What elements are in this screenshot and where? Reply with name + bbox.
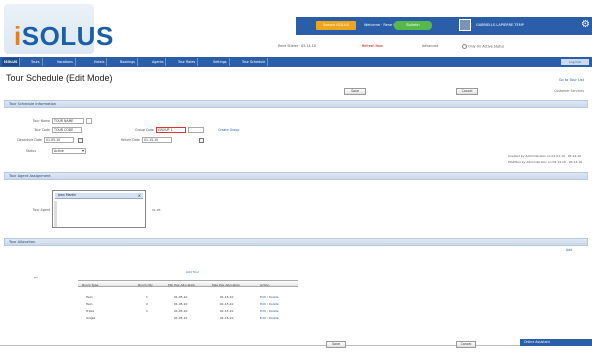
status-label: Status bbox=[25, 149, 36, 153]
agent-count: 01.05 bbox=[152, 208, 161, 212]
cancel-button[interactable]: Cancel bbox=[456, 88, 478, 95]
column-header: Max Pax Allocation bbox=[212, 283, 241, 287]
customer-services-link[interactable]: Customer Services bbox=[554, 89, 584, 93]
session-info: Rene Stieler · 05.14.10 bbox=[278, 44, 316, 48]
advanced-link[interactable]: Advanced bbox=[422, 44, 438, 48]
modified-note: Modified by Administrator on 05.14.10 · … bbox=[508, 160, 583, 164]
search-button[interactable]: Search iSOLUS bbox=[316, 21, 356, 30]
refresh-link[interactable]: Refresh Now bbox=[362, 44, 383, 48]
group-code-label: Group Code bbox=[135, 128, 154, 132]
column-header: Room Qty bbox=[138, 283, 153, 287]
calendar-icon[interactable] bbox=[78, 138, 83, 143]
logout-button[interactable]: Log Out bbox=[561, 59, 589, 65]
table-header: Room Type Room Qty Min Pax Allocation Ma… bbox=[78, 280, 298, 287]
gear-icon[interactable]: ⚙ bbox=[581, 20, 590, 30]
column-header: Min Pax Allocation bbox=[168, 283, 196, 287]
column-header: Room Type bbox=[82, 283, 99, 287]
edit-delete-link[interactable]: Edit / Delete bbox=[260, 295, 279, 299]
edit-delete-link[interactable]: Edit / Delete bbox=[260, 316, 279, 320]
sub-bar: Rene Stieler · 05.14.10 Refresh Now Adva… bbox=[0, 41, 592, 51]
page-title: Tour Schedule (Edit Mode) bbox=[6, 73, 113, 83]
section-agent: Tour Agent Assignment bbox=[4, 172, 588, 180]
departure-date-label: Departure Date bbox=[17, 138, 42, 142]
tour-name-label: Tour Name bbox=[32, 119, 50, 123]
radio-icon[interactable] bbox=[462, 44, 467, 49]
table-row: Twin 2 01.05.10 01.15.10 Edit / Delete bbox=[86, 302, 279, 306]
close-icon[interactable]: × bbox=[138, 193, 141, 198]
tour-list-link[interactable]: Go to Tour List bbox=[559, 78, 584, 82]
main-nav: iSOLUS Tours Vacations Hotels Bookings A… bbox=[0, 57, 592, 67]
tour-code-label: Tour Code bbox=[34, 128, 50, 132]
section-allocation: Tour Allocation bbox=[4, 238, 588, 246]
nav-item-tour-rates[interactable]: Tour Rates bbox=[176, 58, 199, 66]
group-code-extra[interactable] bbox=[188, 127, 204, 133]
add-tour-link[interactable]: Add bbox=[566, 248, 572, 252]
scrollbar[interactable] bbox=[54, 201, 57, 227]
nav-item-vacations[interactable]: Vacations bbox=[55, 58, 76, 66]
table-row: Triple 1 01.05.10 01.15.10 Edit / Delete bbox=[86, 309, 279, 313]
active-status-option[interactable]: Only On Active Status bbox=[462, 44, 504, 49]
bulletin-badge[interactable]: Bulletin bbox=[394, 21, 432, 30]
nav-item-tours[interactable]: Tours bbox=[29, 58, 43, 66]
table-row: Twin 1 01.05.10 01.15.10 Edit / Delete bbox=[86, 295, 279, 299]
online-assistant-tab[interactable]: Online Assistant bbox=[520, 339, 592, 346]
section-info: Tour Schedule Information bbox=[4, 100, 588, 108]
created-note: Created by Administrator on 01.01.10 · 0… bbox=[508, 154, 582, 158]
tour-agent-list[interactable]: Jean Martin × bbox=[52, 190, 146, 228]
departure-date-field[interactable]: 01.05.10 bbox=[44, 137, 74, 143]
nav-item-agents[interactable]: Agents bbox=[150, 58, 167, 66]
avatar[interactable] bbox=[459, 19, 471, 31]
save-button[interactable]: Save bbox=[344, 88, 366, 95]
edit-delete-link[interactable]: Edit / Delete bbox=[260, 302, 279, 306]
calendar-icon[interactable] bbox=[199, 138, 204, 143]
create-group-link[interactable]: Create Group bbox=[218, 128, 239, 132]
nav-item-tour-schedule[interactable]: Tour Schedule bbox=[240, 58, 269, 66]
return-date-label: Return Date bbox=[120, 138, 140, 142]
tour-code-field[interactable]: TOUR CODE bbox=[52, 127, 82, 133]
cancel-button-bottom[interactable]: Cancel bbox=[456, 341, 476, 348]
nav-item-hotels[interactable]: Hotels bbox=[92, 58, 108, 66]
return-date-field[interactable]: 01.15.10 bbox=[142, 137, 172, 143]
user-menu[interactable]: GABRIELLE.LAPIERRE.TEMP bbox=[476, 23, 524, 27]
footer-divider bbox=[0, 345, 520, 346]
nav-item-settings[interactable]: Settings bbox=[211, 58, 230, 66]
edit-delete-link[interactable]: Edit / Delete bbox=[260, 309, 279, 313]
tour-agent-label: Tour Agent bbox=[32, 208, 50, 212]
status-select[interactable]: Active bbox=[52, 148, 86, 154]
list-item[interactable]: Jean Martin × bbox=[55, 193, 143, 199]
tour-name-extra[interactable] bbox=[86, 118, 92, 124]
nav-item-home[interactable]: iSOLUS bbox=[2, 58, 21, 66]
tour-name-field[interactable]: TOUR NAME bbox=[52, 118, 84, 124]
group-code-field[interactable]: GROUP 1 bbox=[156, 127, 186, 133]
expand-icon[interactable]: ⌐ bbox=[34, 275, 38, 281]
column-header: Action bbox=[260, 283, 270, 287]
top-bar: Search iSOLUS Welcome · Rene Stieler Bul… bbox=[296, 17, 592, 35]
nav-item-bookings[interactable]: Bookings bbox=[118, 58, 139, 66]
table-row: Single 01.05.10 01.15.10 Edit / Delete bbox=[86, 316, 279, 320]
add-tour-header-link[interactable]: Add Tour bbox=[186, 270, 199, 274]
save-button-bottom[interactable]: Save bbox=[326, 341, 346, 348]
